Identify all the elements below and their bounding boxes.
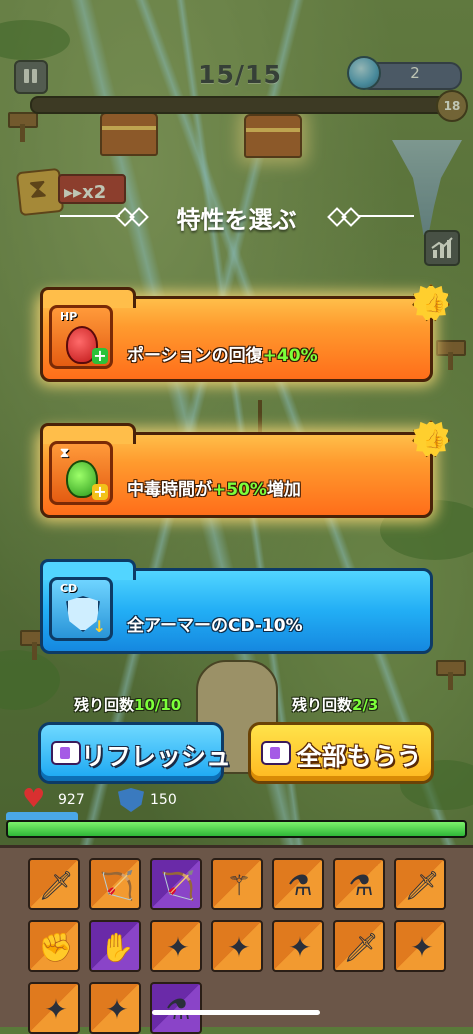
potion-icon: ⚗ bbox=[287, 869, 313, 902]
remaining-label: 残り回数 bbox=[292, 696, 353, 714]
inventory-slot[interactable]: ⚗ bbox=[272, 858, 324, 910]
shield-bar bbox=[6, 812, 78, 820]
inventory-slot[interactable]: ✦ bbox=[394, 920, 446, 972]
remaining-value: 10/10 bbox=[134, 696, 182, 714]
shuriken-icon: ✦ bbox=[410, 931, 434, 964]
inventory-slot[interactable]: ⚗ bbox=[150, 982, 202, 1034]
inventory-slot[interactable]: ✦ bbox=[89, 982, 141, 1034]
poison-flask-icon: ⧗ + bbox=[49, 441, 113, 505]
take-all-button[interactable]: 全部もらう bbox=[248, 722, 434, 784]
refresh-remaining: 残り回数10/10 bbox=[74, 694, 181, 715]
plus-icon: + bbox=[92, 482, 108, 501]
inventory-slot[interactable]: ⚚ bbox=[211, 858, 263, 910]
shuriken-icon: ✦ bbox=[166, 931, 190, 964]
card-tag: CD bbox=[60, 582, 78, 595]
inventory-slot[interactable]: ✦ bbox=[272, 920, 324, 972]
shuriken-icon: ✦ bbox=[227, 931, 251, 964]
trait-label: 全アーマーのCD-10% bbox=[127, 611, 303, 636]
inventory-slot[interactable]: 🏹 bbox=[89, 858, 141, 910]
trait-label: ポーションの回復+40% bbox=[127, 341, 318, 366]
card-tag: HP bbox=[60, 310, 78, 323]
trait-label-suffix: 増加 bbox=[266, 480, 301, 500]
gauntlet-icon: ✊ bbox=[38, 931, 74, 964]
shuriken-icon: ✦ bbox=[288, 931, 312, 964]
hp-bar bbox=[6, 820, 467, 838]
refresh-button[interactable]: リフレッシュ bbox=[38, 722, 232, 784]
trait-card-armor-cd[interactable]: CD ↓ 全アーマーのCD-10% bbox=[40, 559, 433, 654]
video-ad-icon bbox=[261, 741, 291, 765]
bow-icon: 🏹 bbox=[160, 869, 196, 902]
remaining-value: 2/3 bbox=[352, 696, 379, 714]
inventory-slot[interactable]: 🏹 bbox=[150, 858, 202, 910]
hp-value: 927 bbox=[58, 792, 85, 808]
video-ad-icon bbox=[51, 741, 81, 765]
home-indicator bbox=[152, 1010, 320, 1015]
shuriken-icon: ✦ bbox=[105, 993, 129, 1026]
heart-icon: ♥ bbox=[22, 784, 46, 814]
inventory-slot[interactable]: 🗡 bbox=[28, 858, 80, 910]
potion-heal-icon: HP + bbox=[49, 305, 113, 369]
glove-icon: ✋ bbox=[99, 931, 135, 964]
trait-label-text: 中毒時間が bbox=[127, 480, 212, 500]
dagger-icon: 🗡 bbox=[38, 869, 74, 902]
armor-value: 150 bbox=[150, 792, 177, 808]
refresh-button-label: リフレッシュ bbox=[81, 742, 232, 771]
dagger-icon: 🗡 bbox=[343, 931, 379, 964]
selection-title: 特性を選ぶ bbox=[176, 206, 297, 234]
trait-label-text: 全アーマーのCD-10% bbox=[127, 616, 303, 636]
take-all-remaining: 残り回数2/3 bbox=[292, 694, 378, 715]
inventory-slot[interactable]: ✦ bbox=[28, 982, 80, 1034]
trait-label-value: +50% bbox=[212, 480, 267, 500]
trait-label: 中毒時間が+50%増加 bbox=[127, 475, 301, 500]
shuriken-icon: ✦ bbox=[44, 993, 68, 1026]
remaining-label: 残り回数 bbox=[74, 696, 135, 714]
trait-card-poison-duration[interactable]: ⧗ + 中毒時間が+50%増加 bbox=[40, 423, 433, 518]
plus-icon: + bbox=[92, 346, 108, 365]
down-arrow-icon: ↓ bbox=[92, 617, 106, 636]
selection-title-row: 特性を選ぶ bbox=[0, 196, 473, 236]
title-divider-right bbox=[358, 215, 414, 217]
inventory-slot[interactable]: ✦ bbox=[150, 920, 202, 972]
inventory-slot[interactable]: 🗡 bbox=[394, 858, 446, 910]
dagger-icon: 🗡 bbox=[404, 869, 440, 902]
armor-shield-icon: CD ↓ bbox=[49, 577, 113, 641]
take-all-button-label: 全部もらう bbox=[296, 742, 422, 771]
inventory-slot[interactable]: ⚗ bbox=[333, 858, 385, 910]
potion-icon: ⚗ bbox=[348, 869, 374, 902]
inventory-panel: 🗡 🏹 🏹 ⚚ ⚗ ⚗ 🗡 ✊ ✋ ✦ ✦ ✦ 🗡 ✦ ✦ ✦ ⚗ bbox=[0, 845, 473, 1034]
trait-label-text: ポーションの回復 bbox=[127, 346, 263, 366]
trait-label-value: +40% bbox=[262, 346, 318, 366]
trait-card-potion-heal[interactable]: HP + ポーションの回復+40% bbox=[40, 287, 433, 382]
inventory-slot[interactable]: ✋ bbox=[89, 920, 141, 972]
hp-bar-fill bbox=[8, 822, 465, 836]
bow-icon: 🏹 bbox=[99, 869, 135, 902]
inventory-slot[interactable]: ✦ bbox=[211, 920, 263, 972]
inventory-slot[interactable]: ✊ bbox=[28, 920, 80, 972]
staff-icon: ⚚ bbox=[226, 869, 252, 902]
game-scene: 15/15 2 18 ▸▸x2 特性を選ぶ HP + ポーションの回復+40% bbox=[0, 0, 473, 845]
hourglass-mini-icon: ⧗ bbox=[60, 446, 70, 461]
inventory-slot[interactable]: 🗡 bbox=[333, 920, 385, 972]
